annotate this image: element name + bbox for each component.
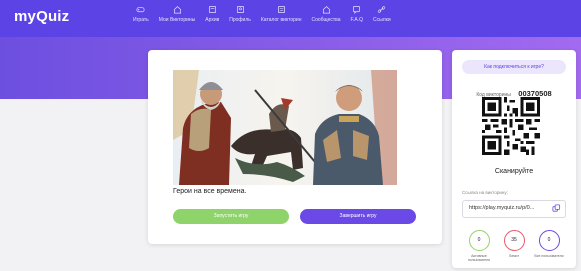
nav-label: Профиль bbox=[229, 17, 251, 23]
copy-icon[interactable] bbox=[552, 204, 561, 213]
stat-active-users: 0 Активные пользователи bbox=[462, 230, 496, 262]
nav-label: Сообщества bbox=[311, 17, 341, 23]
nav-label: Играть bbox=[133, 17, 149, 23]
nav-item-faq[interactable]: F.A.Q bbox=[346, 5, 369, 35]
start-game-button[interactable]: Запустить игру bbox=[173, 209, 289, 224]
archive-icon bbox=[208, 5, 216, 14]
qr-code bbox=[482, 97, 540, 155]
quiz-cover-image bbox=[173, 70, 397, 185]
quiz-card: Герои на все времена. Запустить игру Зав… bbox=[148, 50, 442, 244]
quiz-title: Герои на все времена. bbox=[173, 188, 247, 195]
nav-item-play[interactable]: Играть bbox=[128, 5, 154, 35]
link-icon bbox=[378, 6, 386, 13]
quiz-link-value: https://play.myquiz.ru/p/0... bbox=[469, 205, 535, 211]
gamepad-icon bbox=[136, 7, 145, 13]
connect-panel: Как подключиться к игре? Код викторины 0… bbox=[452, 50, 576, 268]
scan-label: Сканируйте bbox=[494, 168, 534, 175]
end-game-button[interactable]: Завершить игру bbox=[300, 209, 416, 224]
catalog-icon bbox=[277, 5, 285, 14]
stat-limit: 35 Лимит bbox=[497, 230, 531, 258]
stat-active-users-value: 0 bbox=[468, 230, 490, 251]
quiz-link-label: Ссылка на викторину: bbox=[462, 190, 508, 195]
nav-label: Ссылки bbox=[373, 17, 391, 23]
main-nav: Играть Мои Викторины Архив Профиль Катал… bbox=[128, 5, 396, 35]
nav-item-catalog[interactable]: Каталог викторин bbox=[256, 5, 307, 35]
stat-all-users-label: Все пользователи bbox=[534, 254, 564, 258]
stat-limit-value: 35 bbox=[503, 230, 525, 251]
heroes-illustration bbox=[173, 70, 397, 185]
nav-label: Архив bbox=[205, 17, 220, 23]
nav-item-links[interactable]: Ссылки bbox=[368, 5, 396, 35]
home-icon bbox=[173, 6, 181, 14]
faq-icon bbox=[353, 5, 361, 14]
app-logo[interactable]: myQuiz bbox=[14, 8, 69, 25]
nav-label: F.A.Q bbox=[350, 17, 364, 23]
nav-item-archive[interactable]: Архив bbox=[200, 5, 224, 35]
user-icon bbox=[236, 5, 244, 14]
stat-all-users: 0 Все пользователи bbox=[532, 230, 566, 258]
community-icon bbox=[322, 6, 330, 14]
top-navbar: myQuiz Играть Мои Викторины Архив Профил… bbox=[0, 0, 581, 37]
nav-item-my-quizzes[interactable]: Мои Викторины bbox=[154, 5, 201, 35]
how-to-connect-button[interactable]: Как подключиться к игре? bbox=[462, 60, 566, 74]
nav-label: Мои Викторины bbox=[158, 17, 196, 23]
nav-label: Каталог викторин bbox=[260, 17, 302, 23]
nav-item-communities[interactable]: Сообщества bbox=[306, 5, 345, 35]
nav-item-profile[interactable]: Профиль bbox=[224, 5, 256, 35]
stat-limit-label: Лимит bbox=[508, 254, 520, 258]
quiz-link-field[interactable]: https://play.myquiz.ru/p/0... bbox=[462, 200, 566, 218]
stat-all-users-value: 0 bbox=[538, 230, 560, 251]
stat-active-users-label: Активные пользователи bbox=[467, 254, 491, 262]
